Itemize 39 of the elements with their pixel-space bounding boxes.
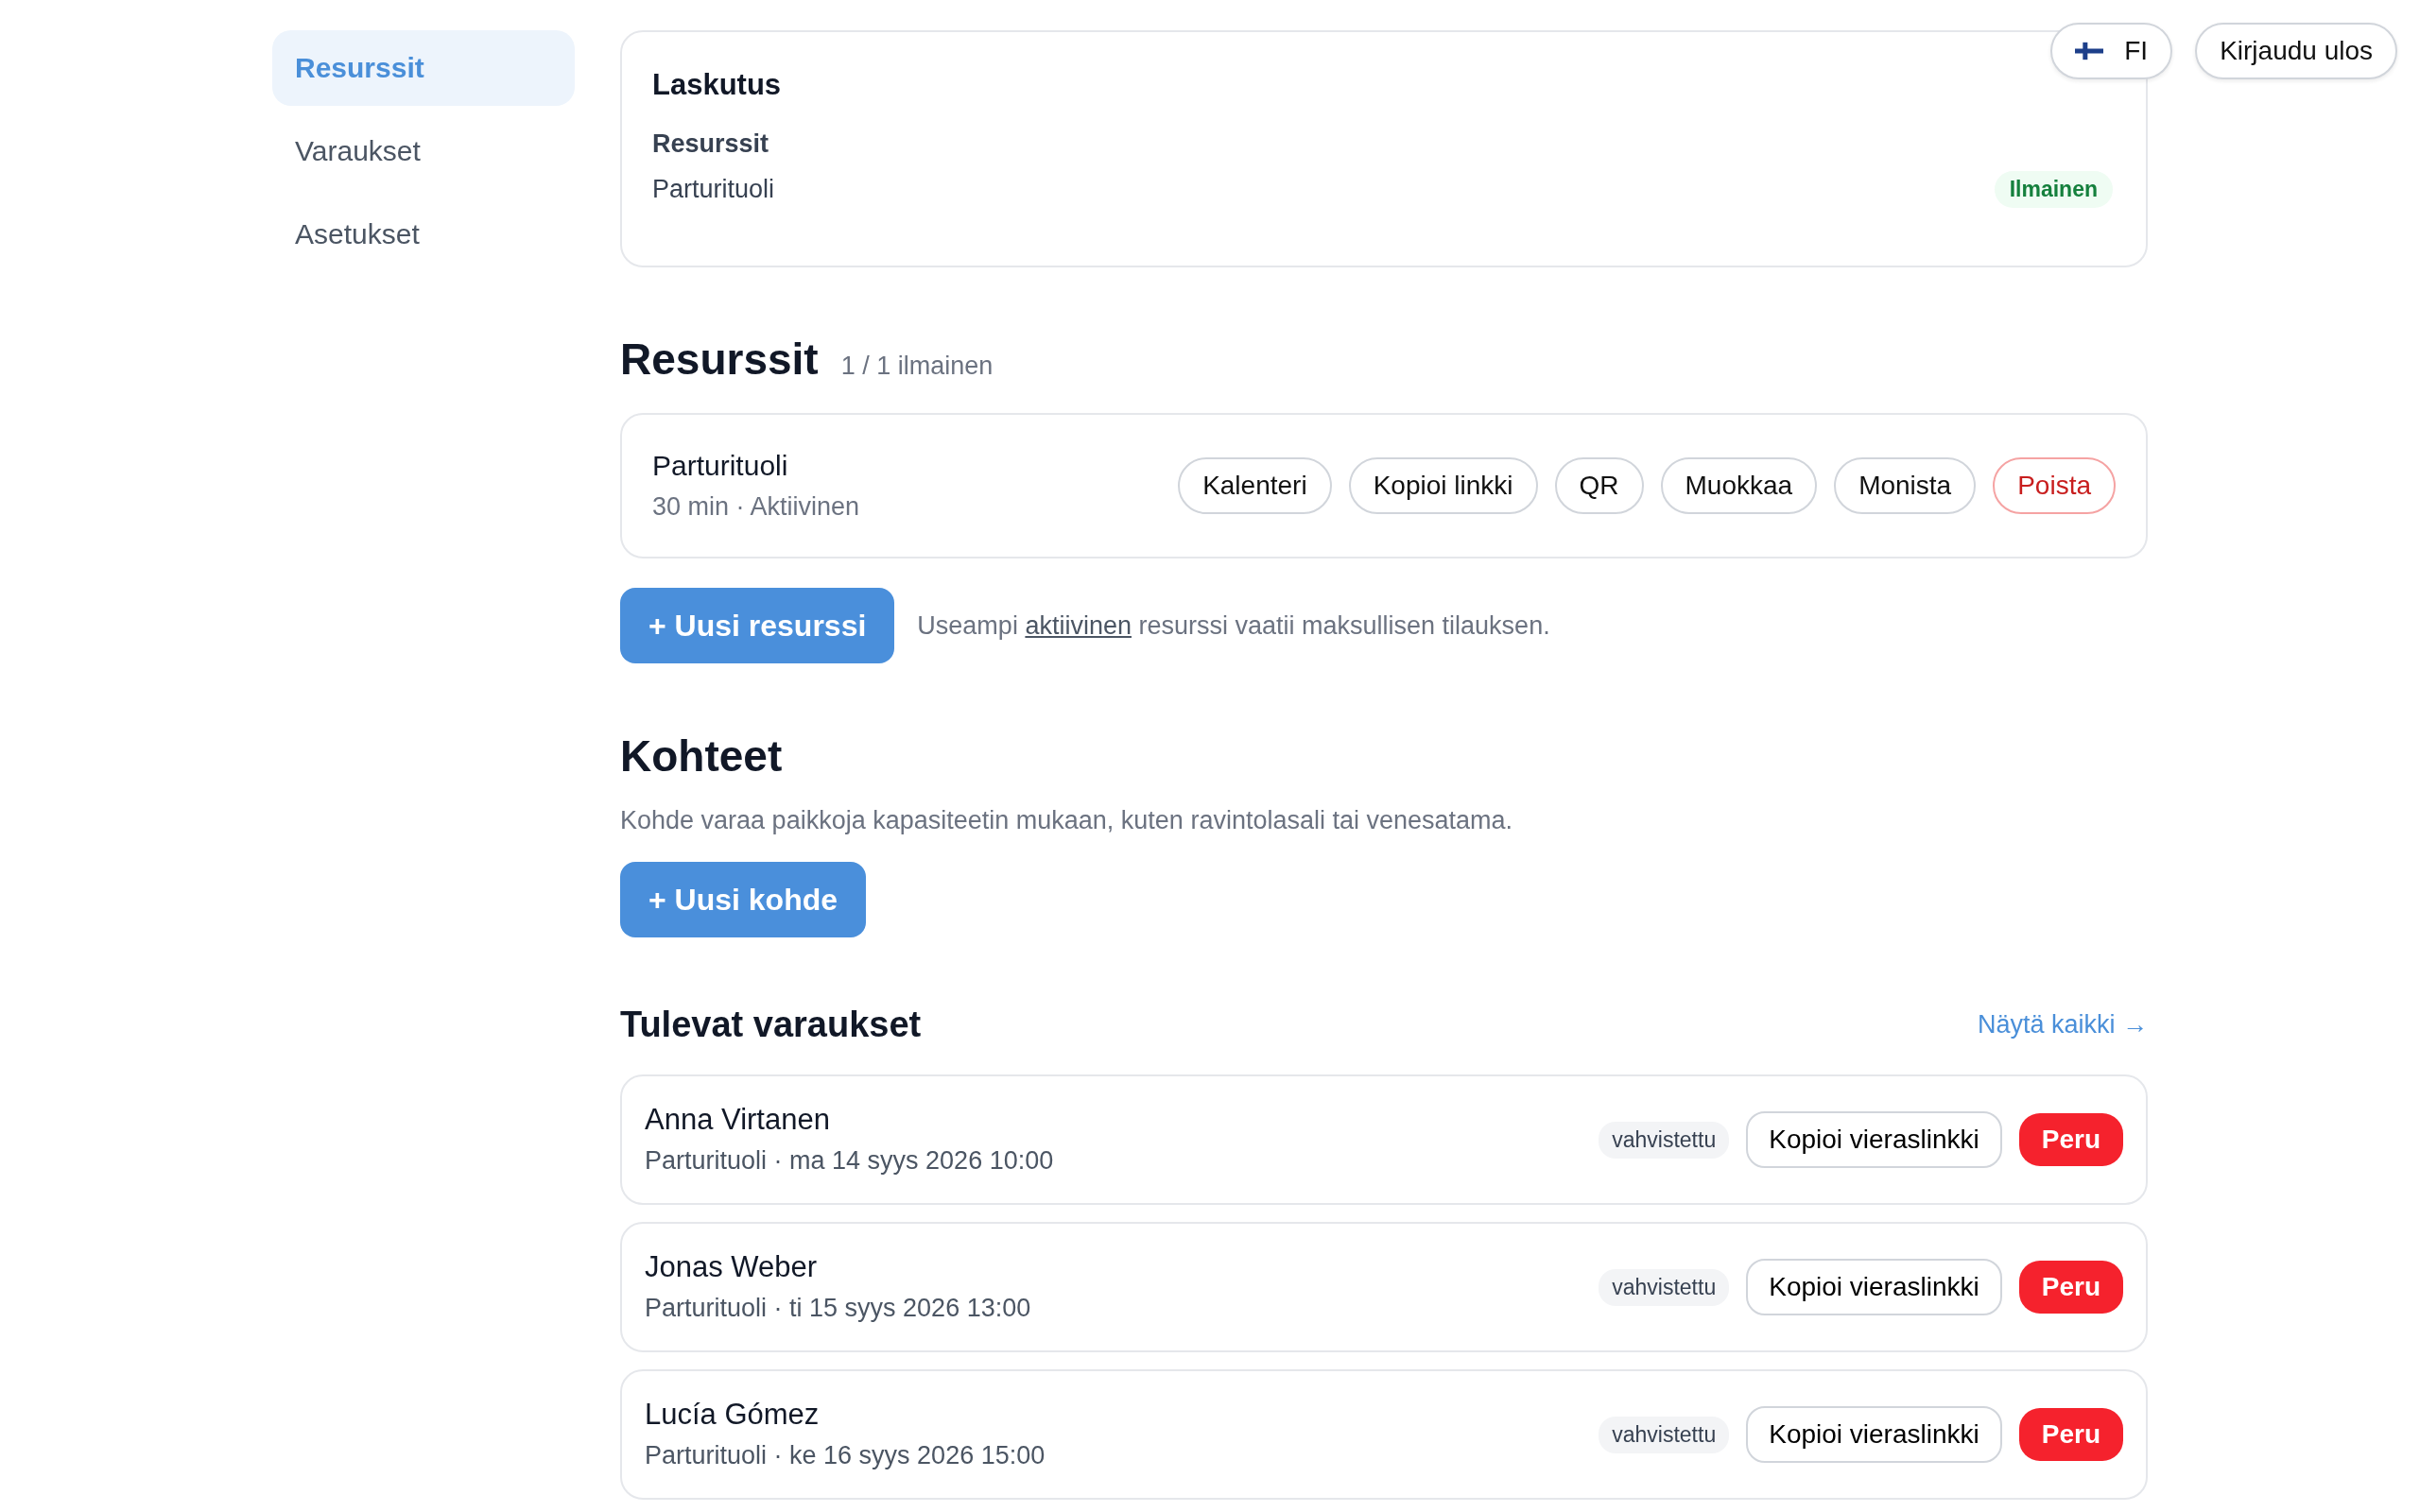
note-link[interactable]: aktiivinen	[1025, 610, 1132, 640]
resource-name: Parturituoli	[652, 449, 789, 483]
booking-detail: Parturituoli · ti 15 syys 2026 13:00	[645, 1293, 1031, 1324]
language-button[interactable]: FI	[2050, 23, 2173, 79]
action-button[interactable]: Kopioi linkki	[1348, 457, 1538, 514]
action-button[interactable]: QR	[1554, 457, 1644, 514]
status-badge: vahvistettu	[1599, 1268, 1730, 1306]
copy-link-button[interactable]: Kopioi vieraslinkki	[1746, 1406, 2002, 1463]
sidebar-item[interactable]: Asetukset	[272, 197, 575, 272]
resource-name: Parturituoli	[652, 174, 775, 204]
resource-meta: 30 min · Aktiivinen	[652, 491, 860, 523]
cancel-button[interactable]: Peru	[2018, 1261, 2123, 1314]
section-description: Kohde varaa paikkoja kapasiteetin mukaan, kuten ravintolasali tai venesatama.	[620, 805, 1514, 836]
status-badge: vahvistettu	[1599, 1121, 1730, 1159]
guest-name: Jonas Weber	[645, 1249, 819, 1285]
delete-button[interactable]: Poista	[1993, 457, 2116, 514]
resource-count: 1 / 1 ilmainen	[840, 352, 994, 381]
copy-link-button[interactable]: Kopioi vieraslinkki	[1746, 1111, 2002, 1168]
booking-detail: Parturituoli · ma 14 syys 2026 10:00	[645, 1145, 1054, 1177]
section-heading: Resurssit	[620, 334, 819, 386]
action-button[interactable]: Muokkaa	[1660, 457, 1818, 514]
guest-name: Anna Virtanen	[645, 1102, 831, 1138]
cancel-button[interactable]: Peru	[2018, 1113, 2123, 1166]
cancel-button[interactable]: Peru	[2018, 1408, 2123, 1461]
copy-link-button[interactable]: Kopioi vieraslinkki	[1746, 1259, 2002, 1315]
guest-name: Lucía Gómez	[645, 1397, 821, 1433]
plan-badge: Ilmainen	[1994, 170, 2113, 208]
section-label: Resurssit	[652, 129, 770, 160]
section-heading: Kohteet	[620, 730, 784, 782]
status-badge: vahvistettu	[1599, 1416, 1730, 1453]
logout-button[interactable]: Kirjaudu ulos	[2195, 23, 2397, 79]
action-button[interactable]: Kalenteri	[1178, 457, 1332, 514]
section-heading: Tulevat varaukset	[620, 1004, 922, 1046]
booking-detail: Parturituoli · ke 16 syys 2026 15:00	[645, 1440, 1046, 1471]
flag-icon	[2075, 42, 2104, 60]
upgrade-note: Useampi aktiivinen resurssi vaatii maksullisen tilauksen.	[917, 610, 1550, 641]
action-button[interactable]: Monista	[1834, 457, 1977, 514]
card-title: Laskutus	[652, 67, 783, 103]
sidebar-item[interactable]: Varaukset	[272, 113, 575, 189]
